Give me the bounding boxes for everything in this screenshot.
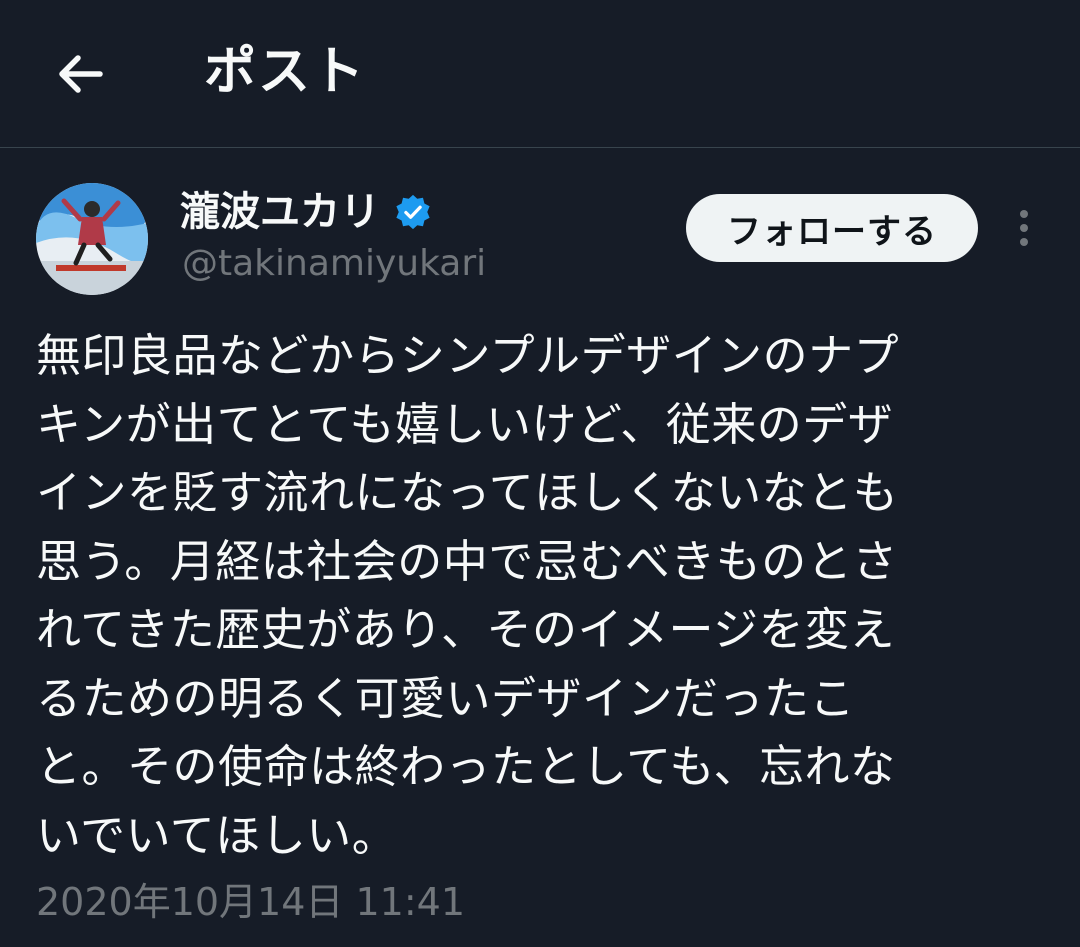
author-display-name[interactable]: 瀧波ユカリ [180, 186, 380, 238]
top-app-bar: ポスト [0, 0, 1080, 148]
author-name-row: 瀧波ユカリ [180, 186, 432, 238]
avatar[interactable] [36, 183, 148, 295]
author-handle[interactable]: @takinamiyukari [182, 240, 486, 288]
verified-badge-icon [396, 194, 430, 230]
more-options-button[interactable] [1004, 206, 1044, 250]
arrow-left-icon [59, 55, 103, 93]
more-vertical-icon [1020, 210, 1028, 246]
follow-button[interactable]: フォローする [686, 194, 978, 262]
post-timestamp[interactable]: 2020年10月14日 11:41 [36, 876, 465, 928]
post-text: 無印良品などからシンプルデザインのナプ キンが出てとても嬉しいけど、従来のデザ … [36, 329, 900, 862]
avatar-image [36, 183, 148, 295]
back-button[interactable] [44, 38, 116, 110]
page-title: ポスト [204, 42, 367, 102]
